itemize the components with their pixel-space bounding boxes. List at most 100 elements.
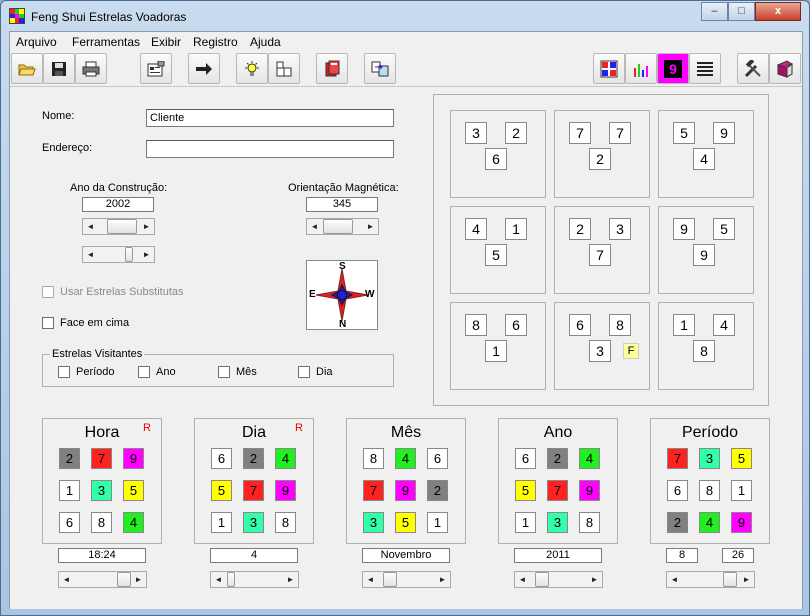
visitor-value-field[interactable]: Novembro [362, 548, 450, 563]
scroll-left-icon[interactable]: ◄ [83, 219, 98, 234]
r-marker: R [295, 422, 303, 434]
properties-button[interactable] [140, 53, 172, 84]
app-logo-icon [9, 8, 25, 24]
visitor-star: 5 [211, 480, 232, 501]
palace-star-tr: 8 [609, 314, 631, 336]
scroll-left-icon[interactable]: ◄ [83, 247, 98, 262]
scroll-right-icon[interactable]: ► [139, 247, 154, 262]
scroll-right-icon[interactable]: ► [363, 219, 378, 234]
scroll-right-icon[interactable]: ► [139, 219, 154, 234]
close-button[interactable]: x [755, 2, 801, 21]
scroll-right-icon[interactable]: ► [587, 572, 602, 587]
scroll-thumb[interactable] [227, 572, 235, 587]
scroll-left-icon[interactable]: ◄ [363, 572, 378, 587]
r-marker: R [143, 422, 151, 434]
tools-icon [744, 59, 761, 77]
ano-construcao-scroll[interactable]: ◄ ► [82, 218, 155, 235]
arrow-button[interactable] [188, 53, 220, 84]
help-button[interactable] [769, 53, 801, 84]
tools-button[interactable] [737, 53, 769, 84]
mes-checkbox[interactable] [218, 366, 230, 378]
scroll-thumb[interactable] [117, 572, 131, 587]
print-button[interactable] [75, 53, 107, 84]
maximize-button[interactable]: □ [728, 2, 755, 21]
visitor-star: 5 [515, 480, 536, 501]
scroll-left-icon[interactable]: ◄ [515, 572, 530, 587]
scroll-left-icon[interactable]: ◄ [307, 219, 322, 234]
menu-exibir[interactable]: Exibir [151, 35, 181, 49]
scroll-thumb[interactable] [383, 572, 397, 587]
scroll-thumb[interactable] [535, 572, 549, 587]
scroll-left-icon[interactable]: ◄ [211, 572, 226, 587]
menu-registro[interactable]: Registro [193, 35, 238, 49]
visitor-star: 2 [427, 480, 448, 501]
orientacao-field[interactable]: 345 [306, 197, 378, 212]
scroll-thumb[interactable] [323, 219, 353, 234]
grid-button[interactable] [593, 53, 625, 84]
visitor-panel-1: Dia R 6 2 4 5 7 9 1 3 8 [194, 418, 314, 544]
save-button[interactable] [43, 53, 75, 84]
visitor-star: 5 [123, 480, 144, 501]
visitor-star: 3 [243, 512, 264, 533]
visitor-value-field[interactable]: 2011 [514, 548, 602, 563]
title-bar: Feng Shui Estrelas Voadoras – □ x [1, 1, 809, 31]
visitor-scroll[interactable]: ◄ ► [58, 571, 147, 588]
visitor-star: 6 [427, 448, 448, 469]
nine-icon: 9 [664, 59, 682, 78]
ano-checkbox[interactable] [138, 366, 150, 378]
ano-construcao-field[interactable]: 2002 [82, 197, 154, 212]
visitor-panel-2: Mês 8 4 6 7 9 2 3 5 1 [346, 418, 466, 544]
scroll-right-icon[interactable]: ► [435, 572, 450, 587]
export-button[interactable] [364, 53, 396, 84]
visitor-star: 4 [275, 448, 296, 469]
palace-star-tr: 4 [713, 314, 735, 336]
palace-7: 86 1 [450, 302, 546, 390]
menu-ferramentas[interactable]: Ferramentas [72, 35, 140, 49]
visitor-star: 1 [731, 480, 752, 501]
palace-star-tr: 2 [505, 122, 527, 144]
visitor-star: 9 [579, 480, 600, 501]
scroll-right-icon[interactable]: ► [283, 572, 298, 587]
open-button[interactable] [11, 53, 43, 84]
visitor-scroll[interactable]: ◄ ► [210, 571, 299, 588]
dia-checkbox[interactable] [298, 366, 310, 378]
endereco-field[interactable] [146, 140, 394, 158]
scroll-thumb[interactable] [125, 247, 133, 262]
scroll-right-icon[interactable]: ► [739, 572, 754, 587]
status-bar [10, 602, 802, 609]
chart-button[interactable] [625, 53, 657, 84]
visitor-scroll[interactable]: ◄ ► [666, 571, 755, 588]
scroll-right-icon[interactable]: ► [131, 572, 146, 587]
layout-button[interactable] [268, 53, 300, 84]
periodo-field[interactable]: 8 [666, 548, 698, 563]
visitor-value-field[interactable]: 4 [210, 548, 298, 563]
visitor-value-field[interactable]: 18:24 [58, 548, 146, 563]
periodo-year-field[interactable]: 26 [722, 548, 754, 563]
face-checkbox[interactable] [42, 317, 54, 329]
scroll-left-icon[interactable]: ◄ [59, 572, 74, 587]
help-book-icon [776, 59, 794, 78]
lines-button[interactable] [689, 53, 721, 84]
palace-star-c: 9 [693, 244, 715, 266]
visitor-scroll[interactable]: ◄ ► [362, 571, 451, 588]
minimize-button[interactable]: – [701, 2, 728, 21]
report-button[interactable] [316, 53, 348, 84]
scroll-thumb[interactable] [107, 219, 137, 234]
visitor-star: 4 [395, 448, 416, 469]
idea-button[interactable] [236, 53, 268, 84]
substitutas-checkbox[interactable] [42, 286, 54, 298]
periodo-checkbox[interactable] [58, 366, 70, 378]
nine-button[interactable]: 9 [657, 53, 689, 84]
orientacao-scroll[interactable]: ◄ ► [306, 218, 379, 235]
visitor-star: 1 [515, 512, 536, 533]
visitor-star: 6 [211, 448, 232, 469]
scroll-thumb[interactable] [723, 572, 737, 587]
ano-fine-scroll[interactable]: ◄ ► [82, 246, 155, 263]
scroll-left-icon[interactable]: ◄ [667, 572, 682, 587]
menu-ajuda[interactable]: Ajuda [250, 35, 281, 49]
nome-field[interactable]: Cliente [146, 109, 394, 127]
visitor-star: 7 [91, 448, 112, 469]
menu-arquivo[interactable]: Arquivo [16, 35, 57, 49]
palace-star-tl: 4 [465, 218, 487, 240]
visitor-scroll[interactable]: ◄ ► [514, 571, 603, 588]
